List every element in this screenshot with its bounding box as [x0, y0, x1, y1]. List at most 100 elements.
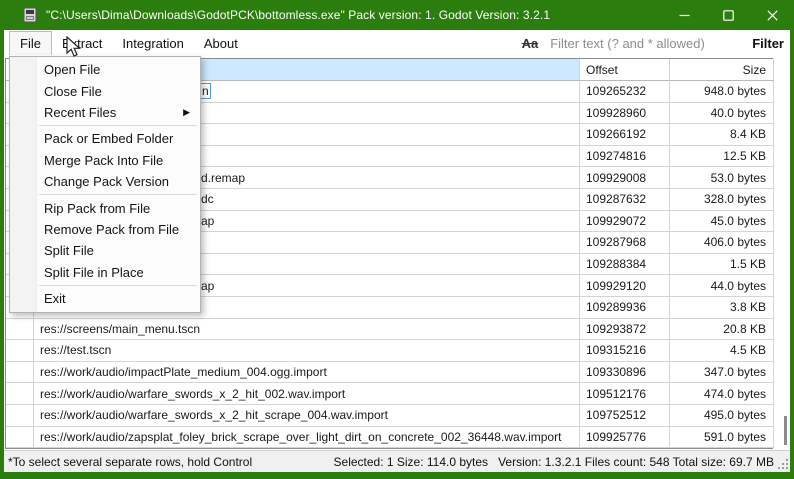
size-cell[interactable]: 406.0 bytes [670, 232, 774, 254]
offset-cell[interactable]: 109929072 [580, 210, 670, 233]
menu-items: File Extract Integration About [9, 31, 248, 55]
table-row[interactable]: res://screens/main_menu.tscn 109293872 20.… [6, 318, 774, 341]
offset-cell[interactable]: 109330896 [580, 361, 670, 384]
filter-group: Aa Filter [522, 30, 784, 56]
size-cell[interactable]: 328.0 bytes [670, 188, 774, 211]
path-cell[interactable]: res://work/audio/impactPlate_medium_004.… [34, 361, 580, 384]
path-tail-text: n [200, 83, 211, 100]
app-window: "C:\Users\Dima\Downloads\GodotPCK\bottom… [0, 0, 794, 479]
status-info: Version: 1.3.2.1 Files count: 548 Total … [498, 454, 774, 469]
row-header-cell[interactable] [6, 383, 34, 405]
offset-cell[interactable]: 109929008 [580, 167, 670, 189]
offset-cell[interactable]: 109287968 [580, 232, 670, 254]
row-header-cell[interactable] [6, 404, 34, 427]
size-cell[interactable]: 12.5 KB [670, 145, 774, 168]
offset-cell[interactable]: 109274816 [580, 145, 670, 168]
resize-grip-icon[interactable] [778, 459, 788, 469]
offset-cell[interactable]: 109288384 [580, 253, 670, 276]
status-bar: *To select several separate rows, hold C… [4, 450, 790, 472]
window-controls [662, 0, 794, 30]
file-menu-item-split-file-in-place[interactable]: Split File in Place [10, 262, 200, 283]
menu-separator [39, 194, 197, 196]
maximize-button[interactable] [706, 0, 750, 30]
table-row[interactable]: res://work/audio/impactPlate_medium_004.… [6, 361, 774, 384]
size-cell[interactable]: 591.0 bytes [670, 426, 774, 449]
menu-item-file[interactable]: File [9, 31, 52, 55]
size-cell[interactable]: 474.0 bytes [670, 383, 774, 405]
status-summary: Selected: 1 Size: 114.0 bytes Version: 1… [334, 455, 774, 469]
file-menu-item-recent-files[interactable]: Recent Files ▶ [10, 102, 200, 123]
size-cell[interactable]: 948.0 bytes [670, 81, 774, 103]
file-menu-item-open-file[interactable]: Open File [10, 59, 200, 80]
offset-cell[interactable]: 109293872 [580, 318, 670, 341]
path-cell[interactable]: res://work/audio/warfare_swords_x_2_hit_… [34, 383, 580, 405]
size-cell[interactable]: 8.4 KB [670, 124, 774, 146]
column-header-size[interactable]: Size [670, 59, 774, 81]
filter-input[interactable] [550, 33, 739, 53]
path-cell[interactable]: res://test.tscn [34, 340, 580, 362]
window-title: "C:\Users\Dima\Downloads\GodotPCK\bottom… [46, 8, 551, 22]
file-menu-item-pack-or-embed-folder[interactable]: Pack or Embed Folder [10, 128, 200, 149]
row-header-cell[interactable] [6, 340, 34, 362]
status-hint: *To select several separate rows, hold C… [8, 454, 253, 469]
size-cell[interactable]: 3.8 KB [670, 296, 774, 319]
size-cell[interactable]: 40.0 bytes [670, 102, 774, 125]
table-row[interactable]: res://work/audio/zapsplat_foley_brick_sc… [6, 426, 774, 449]
size-cell[interactable]: 495.0 bytes [670, 404, 774, 427]
column-header-offset[interactable]: Offset [580, 59, 670, 81]
size-cell[interactable]: 4.5 KB [670, 340, 774, 362]
offset-cell[interactable]: 109287632 [580, 188, 670, 211]
file-menu-item-change-pack-version[interactable]: Change Pack Version [10, 171, 200, 192]
menu-bar: File Extract Integration About Aa Filter [4, 30, 790, 56]
close-button[interactable] [750, 0, 794, 30]
menu-item-integration[interactable]: Integration [112, 31, 193, 55]
app-icon [23, 7, 37, 23]
offset-cell[interactable]: 109928960 [580, 102, 670, 125]
submenu-arrow-icon: ▶ [183, 106, 190, 117]
row-header-cell[interactable] [6, 318, 34, 341]
filter-button[interactable]: Filter [752, 36, 784, 51]
size-cell[interactable]: 44.0 bytes [670, 275, 774, 297]
path-cell[interactable]: res://work/audio/warfare_swords_x_2_hit_… [34, 404, 580, 427]
table-row[interactable]: res://work/audio/warfare_swords_x_2_hit_… [6, 383, 774, 405]
size-cell[interactable]: 1.5 KB [670, 253, 774, 276]
offset-cell[interactable]: 109752512 [580, 404, 670, 427]
offset-cell[interactable]: 109512176 [580, 383, 670, 405]
size-cell[interactable]: 53.0 bytes [670, 167, 774, 189]
offset-cell[interactable]: 109315216 [580, 340, 670, 362]
minimize-button[interactable] [662, 0, 706, 30]
path-cell[interactable]: res://work/audio/zapsplat_foley_brick_sc… [34, 426, 580, 449]
menu-separator [39, 125, 197, 127]
menu-item-extract[interactable]: Extract [52, 31, 112, 55]
path-tail-text: d.remap [201, 170, 246, 185]
path-cell[interactable]: res://screens/main_menu.tscn [34, 318, 580, 341]
offset-cell[interactable]: 109265232 [580, 81, 670, 103]
size-cell[interactable]: 20.8 KB [670, 318, 774, 341]
menu-item-about[interactable]: About [194, 31, 248, 55]
offset-cell[interactable]: 109266192 [580, 124, 670, 146]
file-menu-item-merge-pack-into-file[interactable]: Merge Pack Into File [10, 150, 200, 171]
path-tail-text: dc [201, 192, 214, 207]
file-menu-item-close-file[interactable]: Close File [10, 80, 200, 101]
file-menu-item-exit[interactable]: Exit [10, 288, 200, 309]
size-cell[interactable]: 347.0 bytes [670, 361, 774, 384]
path-tail-text: ap [201, 278, 215, 293]
file-menu-item-split-file[interactable]: Split File [10, 240, 200, 261]
status-selected: Selected: 1 Size: 114.0 bytes [333, 454, 489, 469]
vertical-scrollbar-thumb[interactable] [784, 416, 787, 445]
row-header-cell[interactable] [6, 426, 34, 449]
file-menu-item-remove-pack-from-file[interactable]: Remove Pack from File [10, 219, 200, 240]
file-menu-item-rip-pack-from-file[interactable]: Rip Pack from File [10, 197, 200, 218]
offset-cell[interactable]: 109929120 [580, 275, 670, 297]
mouse-cursor [66, 36, 82, 57]
row-header-cell[interactable] [6, 361, 34, 384]
table-row[interactable]: res://test.tscn 109315216 4.5 KB [6, 340, 774, 362]
table-row[interactable]: res://work/audio/warfare_swords_x_2_hit_… [6, 404, 774, 427]
size-cell[interactable]: 45.0 bytes [670, 210, 774, 233]
file-menu-dropdown: Open File Close File Recent Files ▶ Pack or … [9, 56, 201, 314]
title-bar: "C:\Users\Dima\Downloads\GodotPCK\bottom… [0, 0, 794, 30]
path-tail-text: ap [201, 213, 215, 228]
offset-cell[interactable]: 109925776 [580, 426, 670, 449]
offset-cell[interactable]: 109289936 [580, 296, 670, 319]
match-case-toggle[interactable]: Aa [522, 36, 539, 51]
